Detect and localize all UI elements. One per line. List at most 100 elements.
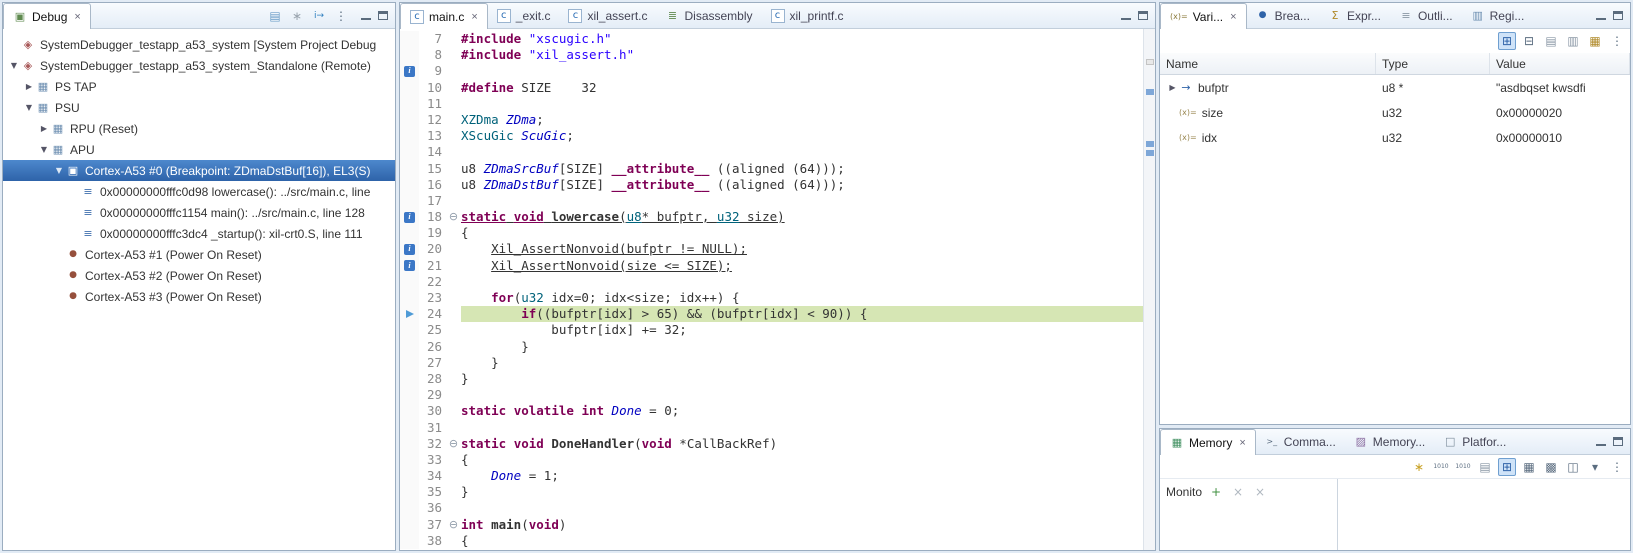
code-text[interactable]: bufptr[idx] += 32; — [461, 322, 1155, 338]
split-view-icon[interactable]: ◫ — [1564, 458, 1582, 476]
close-tab-icon[interactable]: × — [471, 11, 477, 23]
code-text[interactable]: XScuGic ScuGic; — [461, 128, 1155, 144]
minimize-icon[interactable] — [1121, 12, 1131, 20]
new-view-icon[interactable]: ▦ — [1586, 32, 1604, 50]
tree-item[interactable]: ▶▦PS TAP — [3, 76, 395, 97]
code-text[interactable] — [461, 193, 1155, 209]
code-text[interactable] — [461, 274, 1155, 290]
code-text[interactable]: static void DoneHandler(void *CallBackRe… — [461, 436, 1155, 452]
code-text[interactable]: } — [461, 355, 1155, 371]
tree-item[interactable]: ▶▦RPU (Reset) — [3, 118, 395, 139]
copy-variables-icon[interactable]: ▤ — [1542, 32, 1560, 50]
collapse-all-icon[interactable]: ⊟ — [1520, 32, 1538, 50]
tree-item[interactable]: ≡0x00000000fffc1154 main(): ../src/main.… — [3, 202, 395, 223]
code-text[interactable]: Done = 1; — [461, 468, 1155, 484]
tree-item[interactable]: ◈SystemDebugger_testapp_a53_system [Syst… — [3, 34, 395, 55]
code-text[interactable]: static volatile int Done = 0; — [461, 403, 1155, 419]
tree-item[interactable]: ●Cortex-A53 #3 (Power On Reset) — [3, 286, 395, 307]
code-text[interactable]: int main(void) — [461, 517, 1155, 533]
column-header-name[interactable]: Name — [1160, 53, 1376, 74]
copy-memory-icon[interactable]: ▤ — [1476, 458, 1494, 476]
fold-toggle-icon[interactable]: ⊖ — [446, 517, 461, 533]
code-text[interactable]: XZDma ZDma; — [461, 112, 1155, 128]
new-tab-icon[interactable]: ⊞ — [1498, 458, 1516, 476]
close-tab-icon[interactable]: × — [1230, 11, 1236, 23]
code-text[interactable]: u8 ZDmaSrcBuf[SIZE] __attribute__ ((alig… — [461, 161, 1155, 177]
variable-row[interactable]: ▶→bufptru8 *"asdbqset kwsdfi — [1160, 75, 1630, 100]
tree-item[interactable]: ≡0x00000000fffc0d98 lowercase(): ../src/… — [3, 181, 395, 202]
code-text[interactable]: Xil_AssertNonvoid(bufptr != NULL); — [461, 241, 1155, 257]
code-text[interactable]: } — [461, 371, 1155, 387]
expanded-icon[interactable]: ▼ — [22, 103, 36, 112]
code-text[interactable]: { — [461, 225, 1155, 241]
tree-item[interactable]: ▼▦APU — [3, 139, 395, 160]
tab-disassembly[interactable]: ≣Disassembly — [657, 3, 762, 28]
code-text[interactable] — [461, 387, 1155, 403]
tree-item[interactable]: ●Cortex-A53 #2 (Power On Reset) — [3, 265, 395, 286]
code-text[interactable] — [461, 63, 1155, 79]
tab-xil-assert-c[interactable]: cxil_assert.c — [559, 3, 656, 28]
variable-row[interactable]: (x)=idxu320x00000010 — [1160, 125, 1630, 150]
code-text[interactable]: u8 ZDmaDstBuf[SIZE] __attribute__ ((alig… — [461, 177, 1155, 193]
code-text[interactable]: { — [461, 452, 1155, 468]
tab-memory-[interactable]: ▨Memory... — [1345, 429, 1434, 454]
tab-platfor-[interactable]: □Platfor... — [1434, 429, 1515, 454]
view-menu-icon[interactable]: ⋮ — [1608, 458, 1626, 476]
overview-ruler[interactable] — [1143, 29, 1155, 550]
fold-toggle-icon[interactable]: ⊖ — [446, 209, 461, 225]
export-memory-icon[interactable]: 1010 — [1454, 458, 1472, 476]
close-tab-icon[interactable]: × — [1239, 437, 1245, 449]
show-logical-structure-icon[interactable]: ⊞ — [1498, 32, 1516, 50]
expanded-icon[interactable]: ▼ — [37, 145, 51, 154]
minimize-icon[interactable] — [1596, 438, 1606, 446]
save-variables-icon[interactable]: ▥ — [1564, 32, 1582, 50]
tab--exit-c[interactable]: c_exit.c — [488, 3, 560, 28]
close-tab-icon[interactable]: × — [74, 11, 80, 23]
maximize-icon[interactable] — [1138, 11, 1148, 20]
collapsed-icon[interactable]: ▶ — [37, 124, 51, 133]
new-memory-monitor-icon[interactable]: ∗ — [1410, 458, 1428, 476]
tab-debug[interactable]: ▣Debug× — [3, 3, 91, 29]
code-text[interactable]: #include "xscugic.h" — [461, 31, 1155, 47]
tab-memory[interactable]: ▦Memory× — [1160, 429, 1256, 455]
tab-outli-[interactable]: ≡Outli... — [1390, 3, 1462, 28]
tree-item[interactable]: ▼▣Cortex-A53 #0 (Breakpoint: ZDmaDstBuf[… — [3, 160, 395, 181]
tab-main-c[interactable]: cmain.c× — [400, 3, 488, 29]
tab-xil-printf-c[interactable]: cxil_printf.c — [762, 3, 853, 28]
code-text[interactable]: static void lowercase(u8* bufptr, u32 si… — [461, 209, 1155, 225]
collapsed-icon[interactable]: ▶ — [1166, 83, 1179, 92]
remove-all-monitors-icon[interactable]: × — [1251, 483, 1269, 501]
code-text[interactable]: #include "xil_assert.h" — [461, 47, 1155, 63]
maximize-icon[interactable] — [378, 11, 388, 20]
minimize-icon[interactable] — [1596, 12, 1606, 20]
code-editor[interactable]: 7#include "xscugic.h"8#include "xil_asse… — [400, 29, 1155, 550]
dropdown-icon[interactable]: ▾ — [1586, 458, 1604, 476]
table-view-icon[interactable]: ▦ — [1520, 458, 1538, 476]
code-text[interactable] — [461, 96, 1155, 112]
code-text[interactable]: #define SIZE 32 — [461, 80, 1155, 96]
tab-comma-[interactable]: >_Comma... — [1256, 429, 1345, 454]
minimize-icon[interactable] — [361, 12, 371, 20]
code-text[interactable] — [461, 144, 1155, 160]
code-text[interactable] — [461, 420, 1155, 436]
remove-all-terminated-icon[interactable]: ∗ — [288, 7, 306, 25]
tab-expr-[interactable]: ΣExpr... — [1319, 3, 1390, 28]
column-header-value[interactable]: Value — [1490, 53, 1630, 74]
tree-item[interactable]: ▼◈SystemDebugger_testapp_a53_system_Stan… — [3, 55, 395, 76]
code-text[interactable] — [461, 500, 1155, 516]
collapsed-icon[interactable]: ▶ — [22, 82, 36, 91]
expanded-icon[interactable]: ▼ — [7, 61, 21, 70]
tab-vari-[interactable]: (x)=Vari...× — [1160, 3, 1247, 29]
code-text[interactable]: } — [461, 484, 1155, 500]
fold-toggle-icon[interactable]: ⊖ — [446, 436, 461, 452]
column-header-type[interactable]: Type — [1376, 53, 1490, 74]
code-text[interactable]: Xil_AssertNonvoid(size <= SIZE); — [461, 258, 1155, 274]
maximize-icon[interactable] — [1613, 437, 1623, 446]
variable-row[interactable]: (x)=sizeu320x00000020 — [1160, 100, 1630, 125]
code-text[interactable]: } — [461, 339, 1155, 355]
tab-brea-[interactable]: ●Brea... — [1247, 3, 1319, 28]
view-menu-icon[interactable]: ⋮ — [1608, 32, 1626, 50]
tree-item[interactable]: ≡0x00000000fffc3dc4 _startup(): xil-crt0… — [3, 223, 395, 244]
memory-content-area[interactable] — [1338, 479, 1630, 550]
code-text[interactable]: for(u32 idx=0; idx<size; idx++) { — [461, 290, 1155, 306]
